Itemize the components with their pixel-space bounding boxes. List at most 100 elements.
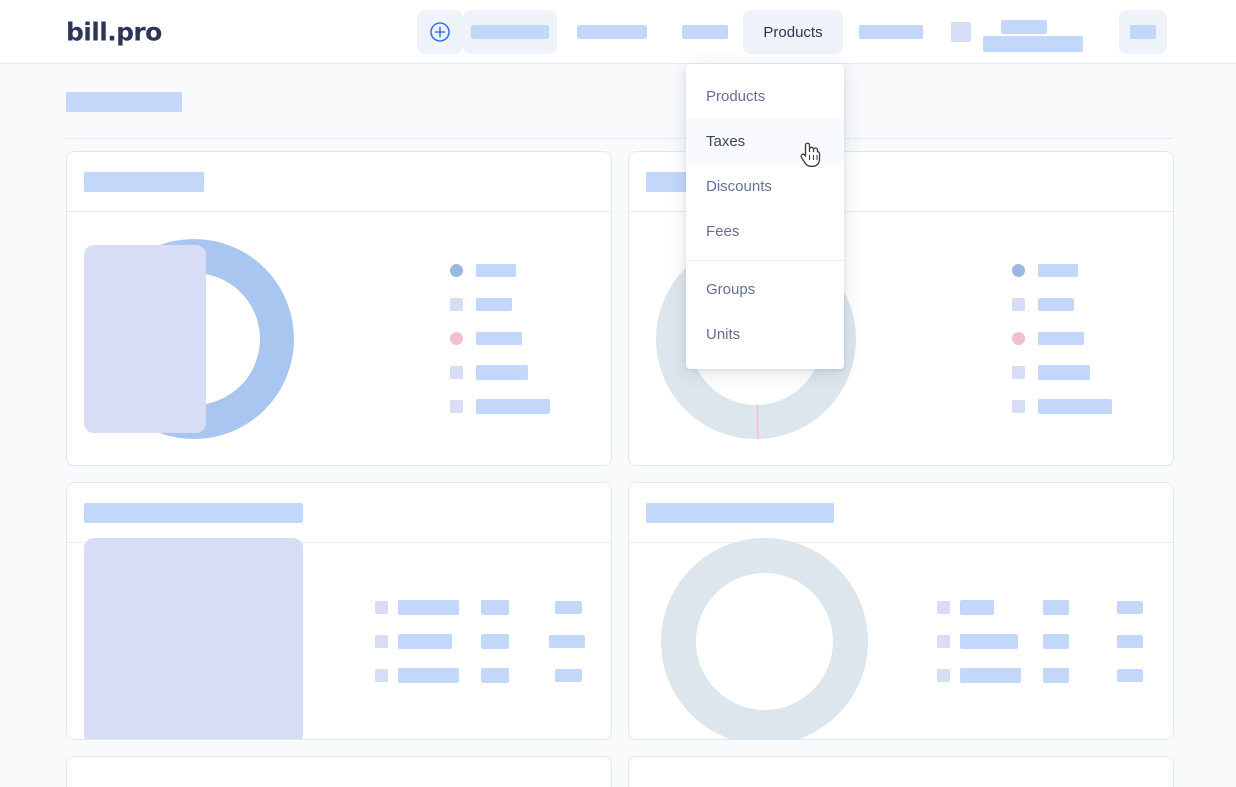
legend-label-skeleton — [476, 365, 528, 380]
legend-label-skeleton — [398, 633, 452, 649]
card-4-chart[interactable] — [646, 537, 882, 739]
page-content — [0, 64, 1236, 787]
legend-label-skeleton — [398, 599, 459, 615]
legend-marker-dot-icon — [450, 332, 463, 345]
legend-label-skeleton — [960, 633, 1018, 649]
nav-item-8[interactable] — [1119, 10, 1167, 54]
legend-label-skeleton — [1038, 399, 1112, 414]
card-3-body — [67, 537, 611, 739]
legend-mid-skeleton — [1043, 599, 1069, 615]
header-nav: Products — [417, 0, 1167, 64]
card-5 — [66, 756, 612, 787]
nav-item-2-skeleton — [577, 25, 647, 39]
card-3 — [66, 482, 612, 740]
card-4-legend — [882, 590, 1173, 692]
nav-item-5-skeleton — [859, 25, 923, 39]
nav-item-5[interactable] — [843, 10, 939, 54]
nav-item-products[interactable]: Products — [743, 10, 843, 54]
legend-item — [320, 590, 611, 624]
legend-item — [304, 288, 611, 322]
card-1-chart[interactable] — [84, 238, 304, 439]
legend-marker-square-icon — [937, 668, 950, 682]
page-title-row — [0, 64, 1236, 112]
legend-marker-square-icon — [375, 600, 388, 614]
legend-mid-skeleton — [1043, 633, 1069, 649]
legend-label-skeleton — [1038, 365, 1090, 380]
dropdown-divider — [686, 260, 844, 261]
nav-item-2[interactable] — [557, 10, 667, 54]
dropdown-item-fees[interactable]: Fees — [686, 209, 844, 254]
app-logo[interactable]: bill.pro — [66, 17, 162, 46]
card-4-title-skeleton — [646, 502, 834, 523]
legend-label-skeleton — [1038, 332, 1084, 345]
dropdown-item-products[interactable]: Products — [686, 74, 844, 119]
nav-item-6-skeleton — [951, 22, 971, 42]
legend-item — [304, 254, 611, 288]
dropdown-item-discounts[interactable]: Discounts — [686, 164, 844, 209]
legend-mid-skeleton — [1043, 667, 1069, 683]
card-1-chart-overlay-skeleton — [84, 244, 206, 433]
legend-marker-dot-icon — [450, 264, 463, 277]
legend-label-skeleton — [476, 298, 512, 311]
legend-label-skeleton — [960, 599, 994, 615]
legend-value-skeleton — [555, 600, 582, 614]
legend-marker-dot-icon — [1012, 264, 1025, 277]
legend-label-skeleton — [476, 399, 550, 414]
legend-label-skeleton — [1038, 298, 1074, 311]
cards-grid — [0, 139, 1236, 787]
card-1-body — [67, 212, 611, 465]
dropdown-item-taxes[interactable]: Taxes — [686, 119, 844, 164]
legend-item — [866, 390, 1173, 424]
nav-item-1[interactable] — [463, 10, 557, 54]
legend-mid-skeleton — [481, 633, 509, 649]
card-1-title-skeleton — [84, 171, 204, 192]
legend-marker-square-icon — [375, 634, 388, 648]
nav-item-3[interactable] — [667, 10, 743, 54]
legend-item — [882, 658, 1173, 692]
legend-mid-skeleton — [481, 667, 509, 683]
legend-label-skeleton — [476, 264, 516, 277]
legend-item — [866, 288, 1173, 322]
legend-value-skeleton — [1117, 668, 1143, 682]
legend-mid-skeleton — [481, 599, 509, 615]
dropdown-item-groups[interactable]: Groups — [686, 267, 844, 312]
nav-item-6[interactable] — [939, 10, 983, 54]
card-1-header — [67, 152, 611, 212]
nav-item-7[interactable] — [983, 10, 1119, 54]
legend-marker-square-icon — [375, 668, 388, 682]
legend-item — [304, 390, 611, 424]
card-3-chart[interactable] — [84, 537, 320, 739]
card-3-legend — [320, 590, 611, 692]
legend-value-skeleton — [555, 668, 582, 682]
legend-item — [866, 322, 1173, 356]
legend-label-skeleton — [1038, 264, 1078, 277]
legend-item — [866, 356, 1173, 390]
card-1-legend — [304, 254, 611, 424]
card-4 — [628, 482, 1174, 740]
card-3-chart-placeholder-skeleton — [84, 537, 303, 739]
card-6 — [628, 756, 1174, 787]
card-3-title-skeleton — [84, 502, 303, 523]
legend-item — [866, 254, 1173, 288]
legend-marker-square-icon — [937, 634, 950, 648]
nav-item-7-skeleton-top — [1001, 20, 1047, 34]
card-4-header — [629, 483, 1173, 543]
nav-item-3-skeleton — [682, 25, 728, 39]
add-button[interactable] — [417, 10, 463, 54]
nav-item-7-skeleton-bottom — [983, 36, 1083, 52]
page-title-skeleton — [66, 92, 182, 112]
legend-marker-square-icon — [450, 366, 463, 379]
app-header: bill.pro Products — [0, 0, 1236, 64]
legend-marker-square-icon — [1012, 298, 1025, 311]
card-1 — [66, 151, 612, 466]
legend-marker-square-icon — [937, 600, 950, 614]
legend-label-skeleton — [960, 667, 1021, 683]
legend-marker-square-icon — [1012, 366, 1025, 379]
card-4-body — [629, 537, 1173, 739]
nav-item-8-skeleton — [1130, 25, 1156, 39]
nav-item-1-skeleton — [471, 25, 549, 39]
legend-item — [304, 322, 611, 356]
plus-circle-icon — [430, 22, 450, 42]
dropdown-item-units[interactable]: Units — [686, 312, 844, 357]
legend-item — [304, 356, 611, 390]
